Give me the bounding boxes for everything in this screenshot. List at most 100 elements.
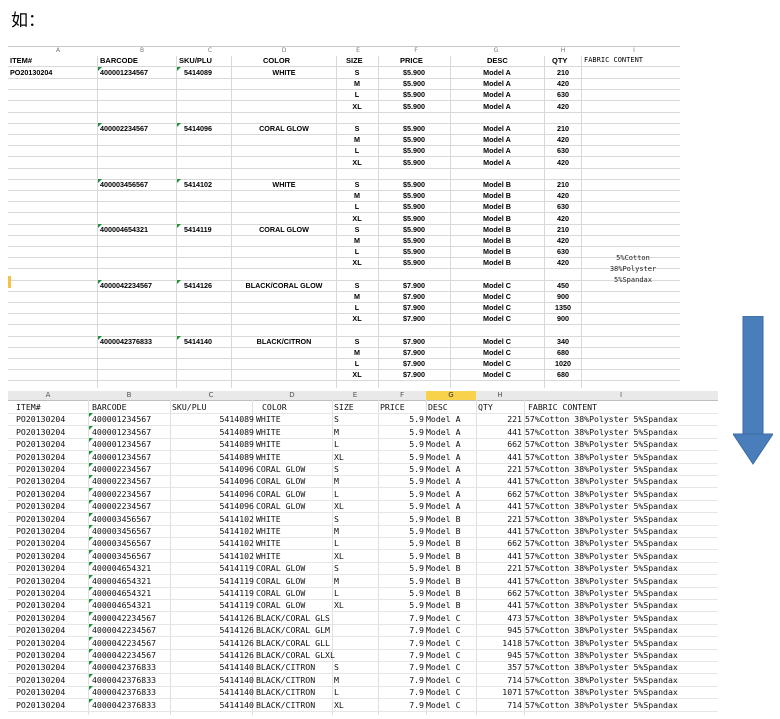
barcode-cell[interactable]: 400002234567 — [100, 124, 148, 133]
qty-cell[interactable]: 662 — [507, 489, 522, 499]
color-cell[interactable]: WHITE — [256, 538, 281, 548]
sku-cell[interactable]: 5414140 — [184, 337, 212, 346]
qty-cell[interactable]: 441 — [507, 526, 522, 536]
price-cell[interactable]: 5.9 — [409, 489, 424, 499]
barcode-cell[interactable]: 400004654321 — [100, 225, 148, 234]
item-cell[interactable]: PO20130204 — [16, 476, 65, 486]
color-cell[interactable]: BLACK/CORAL GLXL — [256, 650, 335, 660]
result-row[interactable]: PO20130204 400004654321 5414119 CORAL GLOW X… — [8, 599, 718, 613]
result-row[interactable]: PO20130204 4000042234567 5414126 BLACK/CORA… — [8, 624, 718, 638]
sku-cell[interactable]: 5414089 — [219, 452, 254, 462]
color-cell[interactable]: WHITE — [244, 68, 324, 77]
result-row[interactable]: PO20130204 4000042376833 5414140 BLACK/CITR… — [8, 673, 718, 687]
price-cell[interactable]: 5.9 — [409, 526, 424, 536]
desc-cell[interactable]: Model C — [426, 638, 461, 648]
price-cell[interactable]: 5.9 — [409, 414, 424, 424]
col-letter[interactable]: G — [486, 47, 506, 54]
barcode-cell[interactable]: 4000042376833 — [92, 662, 156, 672]
desc-cell[interactable]: Model A — [426, 427, 461, 437]
source-row[interactable]: 400002234567 5414096 CORAL GLOW S $5.900 Mode… — [8, 123, 680, 135]
size-cell[interactable]: S — [334, 563, 339, 573]
item-cell[interactable]: PO20130204 — [16, 576, 65, 586]
qty-cell[interactable]: 1350 — [523, 303, 603, 312]
price-cell[interactable]: $7.900 — [374, 359, 454, 368]
fabric-cell[interactable]: 57%Cotton 38%Polyster 5%Spandax — [525, 427, 678, 437]
qty-cell[interactable]: 420 — [523, 135, 603, 144]
sku-cell[interactable]: 5414119 — [219, 588, 254, 598]
price-cell[interactable]: $5.900 — [374, 258, 454, 267]
desc-cell[interactable]: Model C — [426, 687, 461, 697]
fabric-cell[interactable]: 57%Cotton 38%Polyster 5%Spandax — [525, 687, 678, 697]
item-cell[interactable]: PO20130204 — [16, 638, 65, 648]
sku-cell[interactable]: 5414096 — [219, 489, 254, 499]
col-letter[interactable]: H — [476, 391, 524, 400]
fabric-cell[interactable]: 57%Cotton 38%Polyster 5%Spandax — [525, 538, 678, 548]
size-cell[interactable]: XL — [334, 700, 344, 710]
source-row[interactable]: XL $5.900 Model B 420 — [8, 213, 680, 225]
desc-cell[interactable]: Model B — [426, 576, 461, 586]
qty-cell[interactable]: 900 — [523, 292, 603, 301]
source-row[interactable]: 4000042234567 5414126 BLACK/CORAL GLOW S $7.… — [8, 279, 680, 292]
col-letter[interactable]: A — [48, 47, 68, 54]
color-cell[interactable]: CORAL GLOW — [244, 225, 324, 234]
price-cell[interactable]: 7.9 — [409, 700, 424, 710]
result-row[interactable]: PO20130204 4000042376833 5414140 BLACK/CITR… — [8, 698, 718, 712]
qty-cell[interactable]: 945 — [507, 650, 522, 660]
barcode-cell[interactable]: 4000042234567 — [92, 625, 156, 635]
result-row[interactable]: PO20130204 400004654321 5414119 CORAL GLOW S… — [8, 562, 718, 576]
fabric-cell[interactable]: 57%Cotton 38%Polyster 5%Spandax — [525, 613, 678, 623]
source-row[interactable]: XL $5.900 Model A 420 — [8, 157, 680, 169]
color-cell[interactable]: CORAL GLOW — [256, 464, 305, 474]
color-cell[interactable]: WHITE — [256, 514, 281, 524]
item-cell[interactable]: PO20130204 — [10, 68, 52, 77]
qty-cell[interactable]: 680 — [523, 370, 603, 379]
price-cell[interactable]: $5.900 — [374, 135, 454, 144]
color-cell[interactable]: BLACK/CORAL GLM — [256, 625, 330, 635]
color-cell[interactable]: BLACK/CITRON — [256, 700, 315, 710]
result-row[interactable]: PO20130204 4000042376833 5414140 BLACK/CITR… — [8, 686, 718, 700]
price-cell[interactable]: $5.900 — [374, 191, 454, 200]
price-cell[interactable]: 7.9 — [409, 662, 424, 672]
price-cell[interactable]: 5.9 — [409, 538, 424, 548]
source-row[interactable]: M $7.900 Model C 680 — [8, 347, 680, 359]
fabric-cell[interactable]: 57%Cotton 38%Polyster 5%Spandax — [525, 489, 678, 499]
size-cell[interactable]: M — [334, 576, 339, 586]
price-cell[interactable]: 5.9 — [409, 501, 424, 511]
sku-cell[interactable]: 5414089 — [184, 68, 212, 77]
qty-cell[interactable]: 630 — [523, 146, 603, 155]
price-cell[interactable]: $5.900 — [374, 146, 454, 155]
desc-cell[interactable]: Model C — [426, 625, 461, 635]
result-row[interactable]: PO20130204 400002234567 5414096 CORAL GLOW M… — [8, 475, 718, 489]
source-fabric-content[interactable]: 5%Cotton 38%Polyster 5%Spandax — [590, 253, 676, 286]
source-row[interactable] — [8, 325, 680, 337]
desc-cell[interactable]: Model A — [426, 489, 461, 499]
price-cell[interactable]: 7.9 — [409, 650, 424, 660]
color-cell[interactable]: WHITE — [256, 427, 281, 437]
source-row[interactable]: 400004654321 5414119 CORAL GLOW S $5.900 Mode… — [8, 223, 680, 236]
sku-cell[interactable]: 5414140 — [219, 675, 254, 685]
qty-cell[interactable]: 630 — [523, 90, 603, 99]
color-cell[interactable]: CORAL GLOW — [256, 489, 305, 499]
qty-cell[interactable]: 714 — [507, 700, 522, 710]
qty-cell[interactable]: 714 — [507, 675, 522, 685]
desc-cell[interactable]: Model A — [426, 439, 461, 449]
sku-cell[interactable]: 5414119 — [184, 225, 212, 234]
qty-cell[interactable]: 945 — [507, 625, 522, 635]
sku-cell[interactable]: 5414126 — [219, 625, 254, 635]
item-cell[interactable]: PO20130204 — [16, 464, 65, 474]
qty-cell[interactable]: 441 — [507, 576, 522, 586]
qty-cell[interactable]: 1071 — [502, 687, 522, 697]
item-cell[interactable]: PO20130204 — [16, 538, 65, 548]
sku-cell[interactable]: 5414140 — [219, 662, 254, 672]
sku-cell[interactable]: 5414126 — [219, 650, 254, 660]
price-cell[interactable]: 5.9 — [409, 600, 424, 610]
result-row[interactable]: PO20130204 400002234567 5414096 CORAL GLOW S… — [8, 463, 718, 476]
price-cell[interactable]: 7.9 — [409, 687, 424, 697]
source-row[interactable]: M $7.900 Model C 900 — [8, 291, 680, 303]
color-cell[interactable]: WHITE — [256, 414, 281, 424]
result-row[interactable]: PO20130204 4000042234567 5414126 BLACK/CORA… — [8, 636, 718, 650]
desc-cell[interactable]: Model C — [426, 700, 461, 710]
col-letter[interactable]: C — [200, 47, 220, 54]
color-cell[interactable]: WHITE — [256, 526, 281, 536]
barcode-cell[interactable]: 4000042376833 — [92, 675, 156, 685]
